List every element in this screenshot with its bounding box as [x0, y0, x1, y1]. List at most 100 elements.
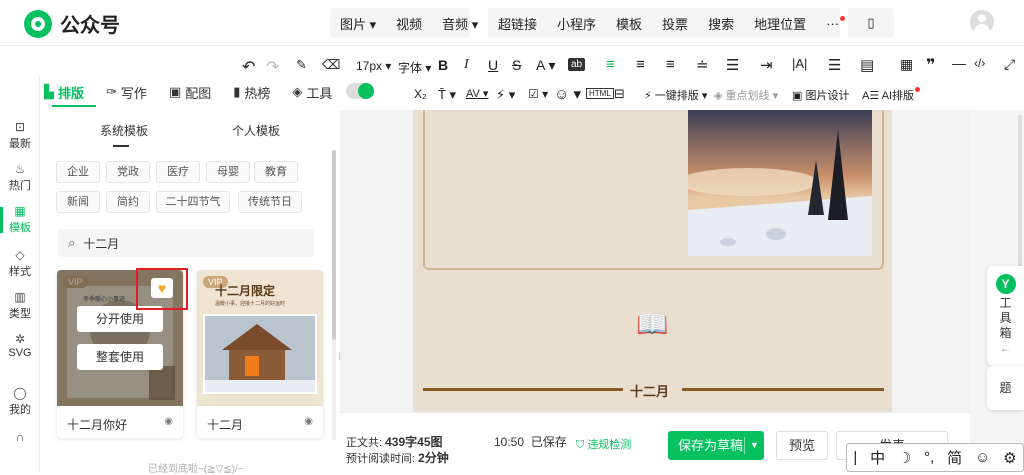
indent-icon[interactable]: ⇥ [760, 56, 773, 74]
tab-personal-templates[interactable]: 个人模板 [232, 122, 280, 139]
snow-scene-art [688, 110, 872, 256]
category-chip[interactable]: 党政 [106, 161, 150, 183]
word-count: 正文共: 439字45图 [346, 435, 443, 449]
italic-icon[interactable]: I [464, 57, 469, 73]
nav-item-svg[interactable]: ✲ SVG [0, 332, 40, 359]
quote-icon[interactable]: ❞ [926, 55, 935, 75]
emoji-icon[interactable]: ☺ [975, 449, 990, 466]
title-helper-button[interactable]: 题 [987, 366, 1024, 410]
paragraph-spacing-icon[interactable]: ☰ [726, 56, 739, 74]
snow-scene-image[interactable] [688, 110, 872, 256]
background-color-icon[interactable]: ab [568, 58, 586, 71]
table-icon[interactable]: ▦ [900, 56, 913, 73]
category-chip[interactable]: 简约 [106, 191, 150, 213]
vote-button[interactable]: 投票 [662, 14, 688, 33]
panel-toggle[interactable] [346, 83, 374, 99]
chevron-down-icon[interactable]: ▼ [750, 431, 759, 460]
gear-icon[interactable]: ⚙ [1003, 449, 1016, 467]
template-button[interactable]: 模板 [616, 14, 642, 33]
tab-layout[interactable]: ▙ 排版 [44, 83, 84, 102]
redo-icon[interactable]: ↷ [266, 57, 279, 77]
category-chip[interactable]: 新闻 [56, 191, 100, 213]
category-chip[interactable]: 教育 [254, 161, 298, 183]
category-chip[interactable]: 二十四节气 [156, 191, 230, 213]
category-chip[interactable]: 企业 [56, 161, 100, 183]
format-painter-icon[interactable]: ✎ [296, 57, 307, 73]
category-chip[interactable]: 传统节日 [238, 191, 302, 213]
clear-format-icon[interactable]: ⌫ [322, 57, 340, 73]
category-chip[interactable]: 母婴 [206, 161, 250, 183]
more-button[interactable]: ··· [826, 15, 846, 31]
border-icon[interactable]: ▤ [860, 56, 874, 74]
search-input[interactable] [83, 236, 284, 250]
subscript-icon[interactable]: X₂ [414, 87, 427, 101]
insert-image-button[interactable]: 图片 ▾ [340, 14, 376, 33]
template-card[interactable]: VIP 十二月限定 温暖小事，迎接十二月的好运时 十二月 ◉ [197, 270, 323, 438]
category-chip[interactable]: 医疗 [156, 161, 200, 183]
underline-icon[interactable]: U [488, 57, 498, 73]
insert-video-button[interactable]: 视频 [396, 14, 422, 33]
location-button[interactable]: 地理位置 [754, 14, 806, 33]
ai-layout-button[interactable]: A☰ AI排版 [862, 87, 921, 103]
letter-spacing-icon[interactable]: |A| [792, 56, 807, 71]
tab-writing[interactable]: ✑ 写作 [106, 83, 147, 102]
tab-system-templates[interactable]: 系统模板 [100, 122, 148, 139]
highlight-line-button[interactable]: ◈ 重点划线 ▾ [714, 87, 778, 103]
violation-check-link[interactable]: ⛉ 违规检测 [576, 436, 631, 452]
ime-simplified-toggle[interactable]: 简 [947, 447, 962, 468]
chart-icon[interactable]: ☑ ▾ [528, 87, 548, 101]
app-logo[interactable]: 公众号 [24, 9, 120, 38]
one-click-layout-button[interactable]: ⚡ 一键排版 ▾ [644, 87, 707, 103]
nav-item-style[interactable]: ◇ 样式 [0, 248, 40, 279]
moon-icon[interactable]: ☽ [898, 449, 911, 467]
line-height-icon[interactable]: ≐ [696, 56, 709, 74]
superscript-icon[interactable]: T̄ ▾ [438, 87, 456, 103]
article-divider-title[interactable]: 十二月 [630, 381, 669, 400]
avatar[interactable] [970, 10, 994, 34]
tab-tools[interactable]: ◈ 工具 [292, 83, 332, 102]
align-left-icon[interactable]: ≡ [606, 56, 615, 73]
nav-item-hot[interactable]: ♨ 热门 [0, 162, 40, 193]
undo-icon[interactable]: ↶ [242, 57, 255, 77]
font-color-icon[interactable]: A ▾ [536, 57, 555, 74]
font-size-select[interactable]: 17px ▾ [356, 59, 391, 73]
briefcase-icon[interactable]: ⊟ [614, 86, 625, 102]
html-icon[interactable]: HTML [586, 88, 614, 99]
nav-item-type[interactable]: ▥ 类型 [0, 290, 40, 321]
fullscreen-icon[interactable]: ⤢ [1004, 56, 1015, 73]
align-center-icon[interactable]: ≡ [636, 56, 645, 73]
preview-eye-icon[interactable]: ◉ [164, 416, 173, 427]
nav-item-latest[interactable]: ⊡ 最新 [0, 120, 40, 151]
preview-button[interactable]: 预览 [776, 431, 828, 460]
template-icon: ▦ [14, 204, 26, 218]
headset-icon[interactable]: ∩ [0, 430, 40, 445]
use-full-button[interactable]: 整套使用 [77, 344, 163, 370]
bold-icon[interactable]: B [438, 57, 448, 73]
toolbox-button[interactable]: Y 工 具 箱 ← [987, 266, 1024, 366]
mini-program-button[interactable]: 小程序 [557, 14, 596, 33]
nav-item-template[interactable]: ▦ 模板 [0, 204, 40, 235]
ime-handle-icon[interactable]: | [853, 449, 857, 466]
magic-wand-icon[interactable]: ⚡ ▾ [496, 87, 515, 103]
image-design-button[interactable]: ▣ 图片设计 [792, 87, 849, 103]
ime-chinese-toggle[interactable]: 中 [870, 447, 885, 468]
char-spacing-icon[interactable]: AV ▾ [466, 87, 488, 100]
font-family-select[interactable]: 字体 ▾ [398, 59, 431, 76]
search-button[interactable]: 搜索 [708, 14, 734, 33]
tab-image[interactable]: ▣ 配图 [169, 83, 211, 102]
document-icon[interactable]: ▯ [848, 8, 894, 38]
list-icon[interactable]: ☰ [828, 56, 841, 74]
code-icon[interactable]: ‹/› [974, 56, 985, 70]
tab-hot-list[interactable]: ▮ 热榜 [233, 83, 270, 102]
hyperlink-button[interactable]: 超链接 [498, 14, 537, 33]
strikethrough-icon[interactable]: S [512, 57, 521, 73]
nav-item-mine[interactable]: ◯ 我的 [0, 386, 40, 417]
align-right-icon[interactable]: ≡ [666, 56, 675, 73]
insert-audio-button[interactable]: 音频 ▾ [442, 14, 478, 33]
preview-eye-icon[interactable]: ◉ [304, 416, 313, 427]
divider-icon[interactable]: — [952, 55, 966, 71]
ime-punctuation-toggle[interactable]: °, [924, 449, 934, 466]
panel-scrollbar[interactable] [332, 150, 336, 340]
emoji-icon[interactable]: ☺ ▾ [554, 85, 581, 103]
save-draft-button[interactable]: 保存为草稿 ▼ [668, 431, 764, 460]
